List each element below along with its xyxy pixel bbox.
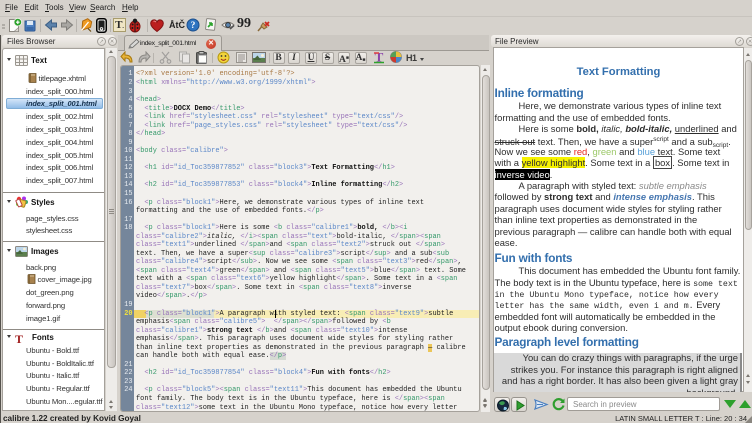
svg-text:?: ?: [191, 21, 196, 31]
